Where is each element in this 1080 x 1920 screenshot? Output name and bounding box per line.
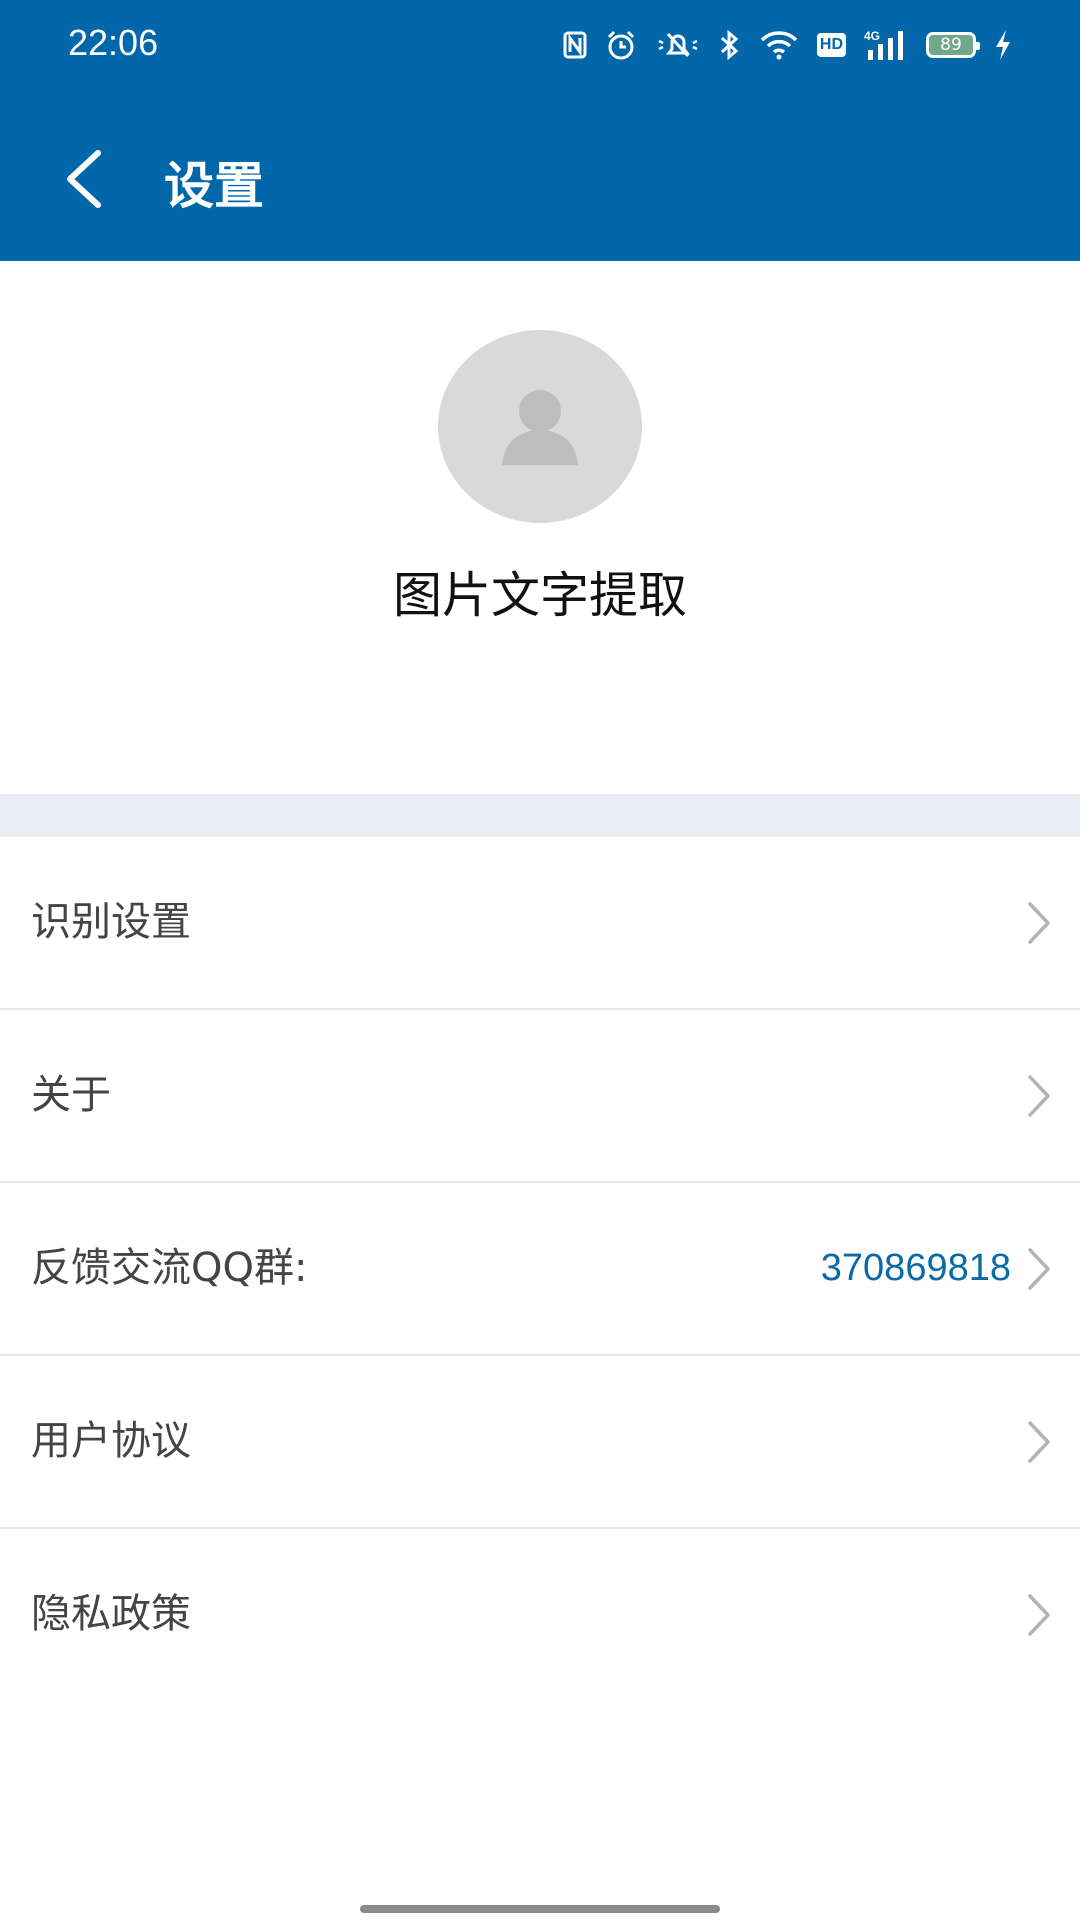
chevron-right-icon [1028, 1594, 1050, 1636]
wifi-icon [760, 31, 798, 60]
home-indicator[interactable] [360, 1905, 720, 1913]
chevron-right-icon [1028, 1248, 1050, 1290]
chevron-left-icon [67, 150, 101, 208]
qq-group-number[interactable]: 370869818 [821, 1183, 1011, 1354]
user-silhouette-icon [502, 390, 578, 465]
chevron-right-icon [1028, 902, 1050, 944]
mute-icon [658, 32, 698, 58]
menu-item-user-agreement[interactable]: 用户协议 [0, 1356, 1080, 1529]
avatar[interactable] [438, 330, 642, 523]
nfc-icon [563, 31, 587, 59]
status-icons: HD 4G 89 [563, 24, 1012, 66]
page-title: 设置 [164, 157, 264, 215]
menu-item-label: 关于 [31, 1072, 111, 1118]
status-time: 22:06 [68, 22, 159, 63]
chevron-right-icon [1028, 1421, 1050, 1463]
bluetooth-icon [720, 29, 739, 61]
alarm-icon [607, 30, 634, 60]
app-name: 图片文字提取 [392, 567, 687, 624]
back-button[interactable] [52, 140, 116, 218]
status-bar: 22:06 HD 4G 89 [0, 0, 1080, 90]
menu-item-recognition-settings[interactable]: 识别设置 [0, 837, 1080, 1010]
hd-icon: HD [816, 33, 846, 57]
network-type-label: 4G [864, 29, 880, 43]
chevron-right-icon [1028, 1075, 1050, 1117]
menu-item-label: 隐私政策 [31, 1591, 191, 1637]
battery-icon: 89 [926, 32, 980, 58]
battery-level: 89 [940, 35, 962, 55]
settings-menu: 识别设置 关于 反馈交流QQ群: 370869818 用户协议 隐私政策 [0, 837, 1080, 1702]
section-divider [0, 794, 1080, 837]
menu-item-about[interactable]: 关于 [0, 1010, 1080, 1183]
menu-item-label: 反馈交流QQ群: [31, 1245, 308, 1291]
menu-item-feedback-qq-group[interactable]: 反馈交流QQ群: 370869818 [0, 1183, 1080, 1356]
signal-4g-icon: 4G [864, 29, 903, 60]
app-header: 22:06 HD 4G 89 设置 [0, 0, 1080, 261]
menu-item-label: 识别设置 [31, 899, 191, 945]
menu-item-privacy-policy[interactable]: 隐私政策 [0, 1529, 1080, 1702]
charging-icon [996, 30, 1010, 60]
profile-section: 图片文字提取 [0, 261, 1080, 794]
menu-item-label: 用户协议 [31, 1418, 191, 1464]
